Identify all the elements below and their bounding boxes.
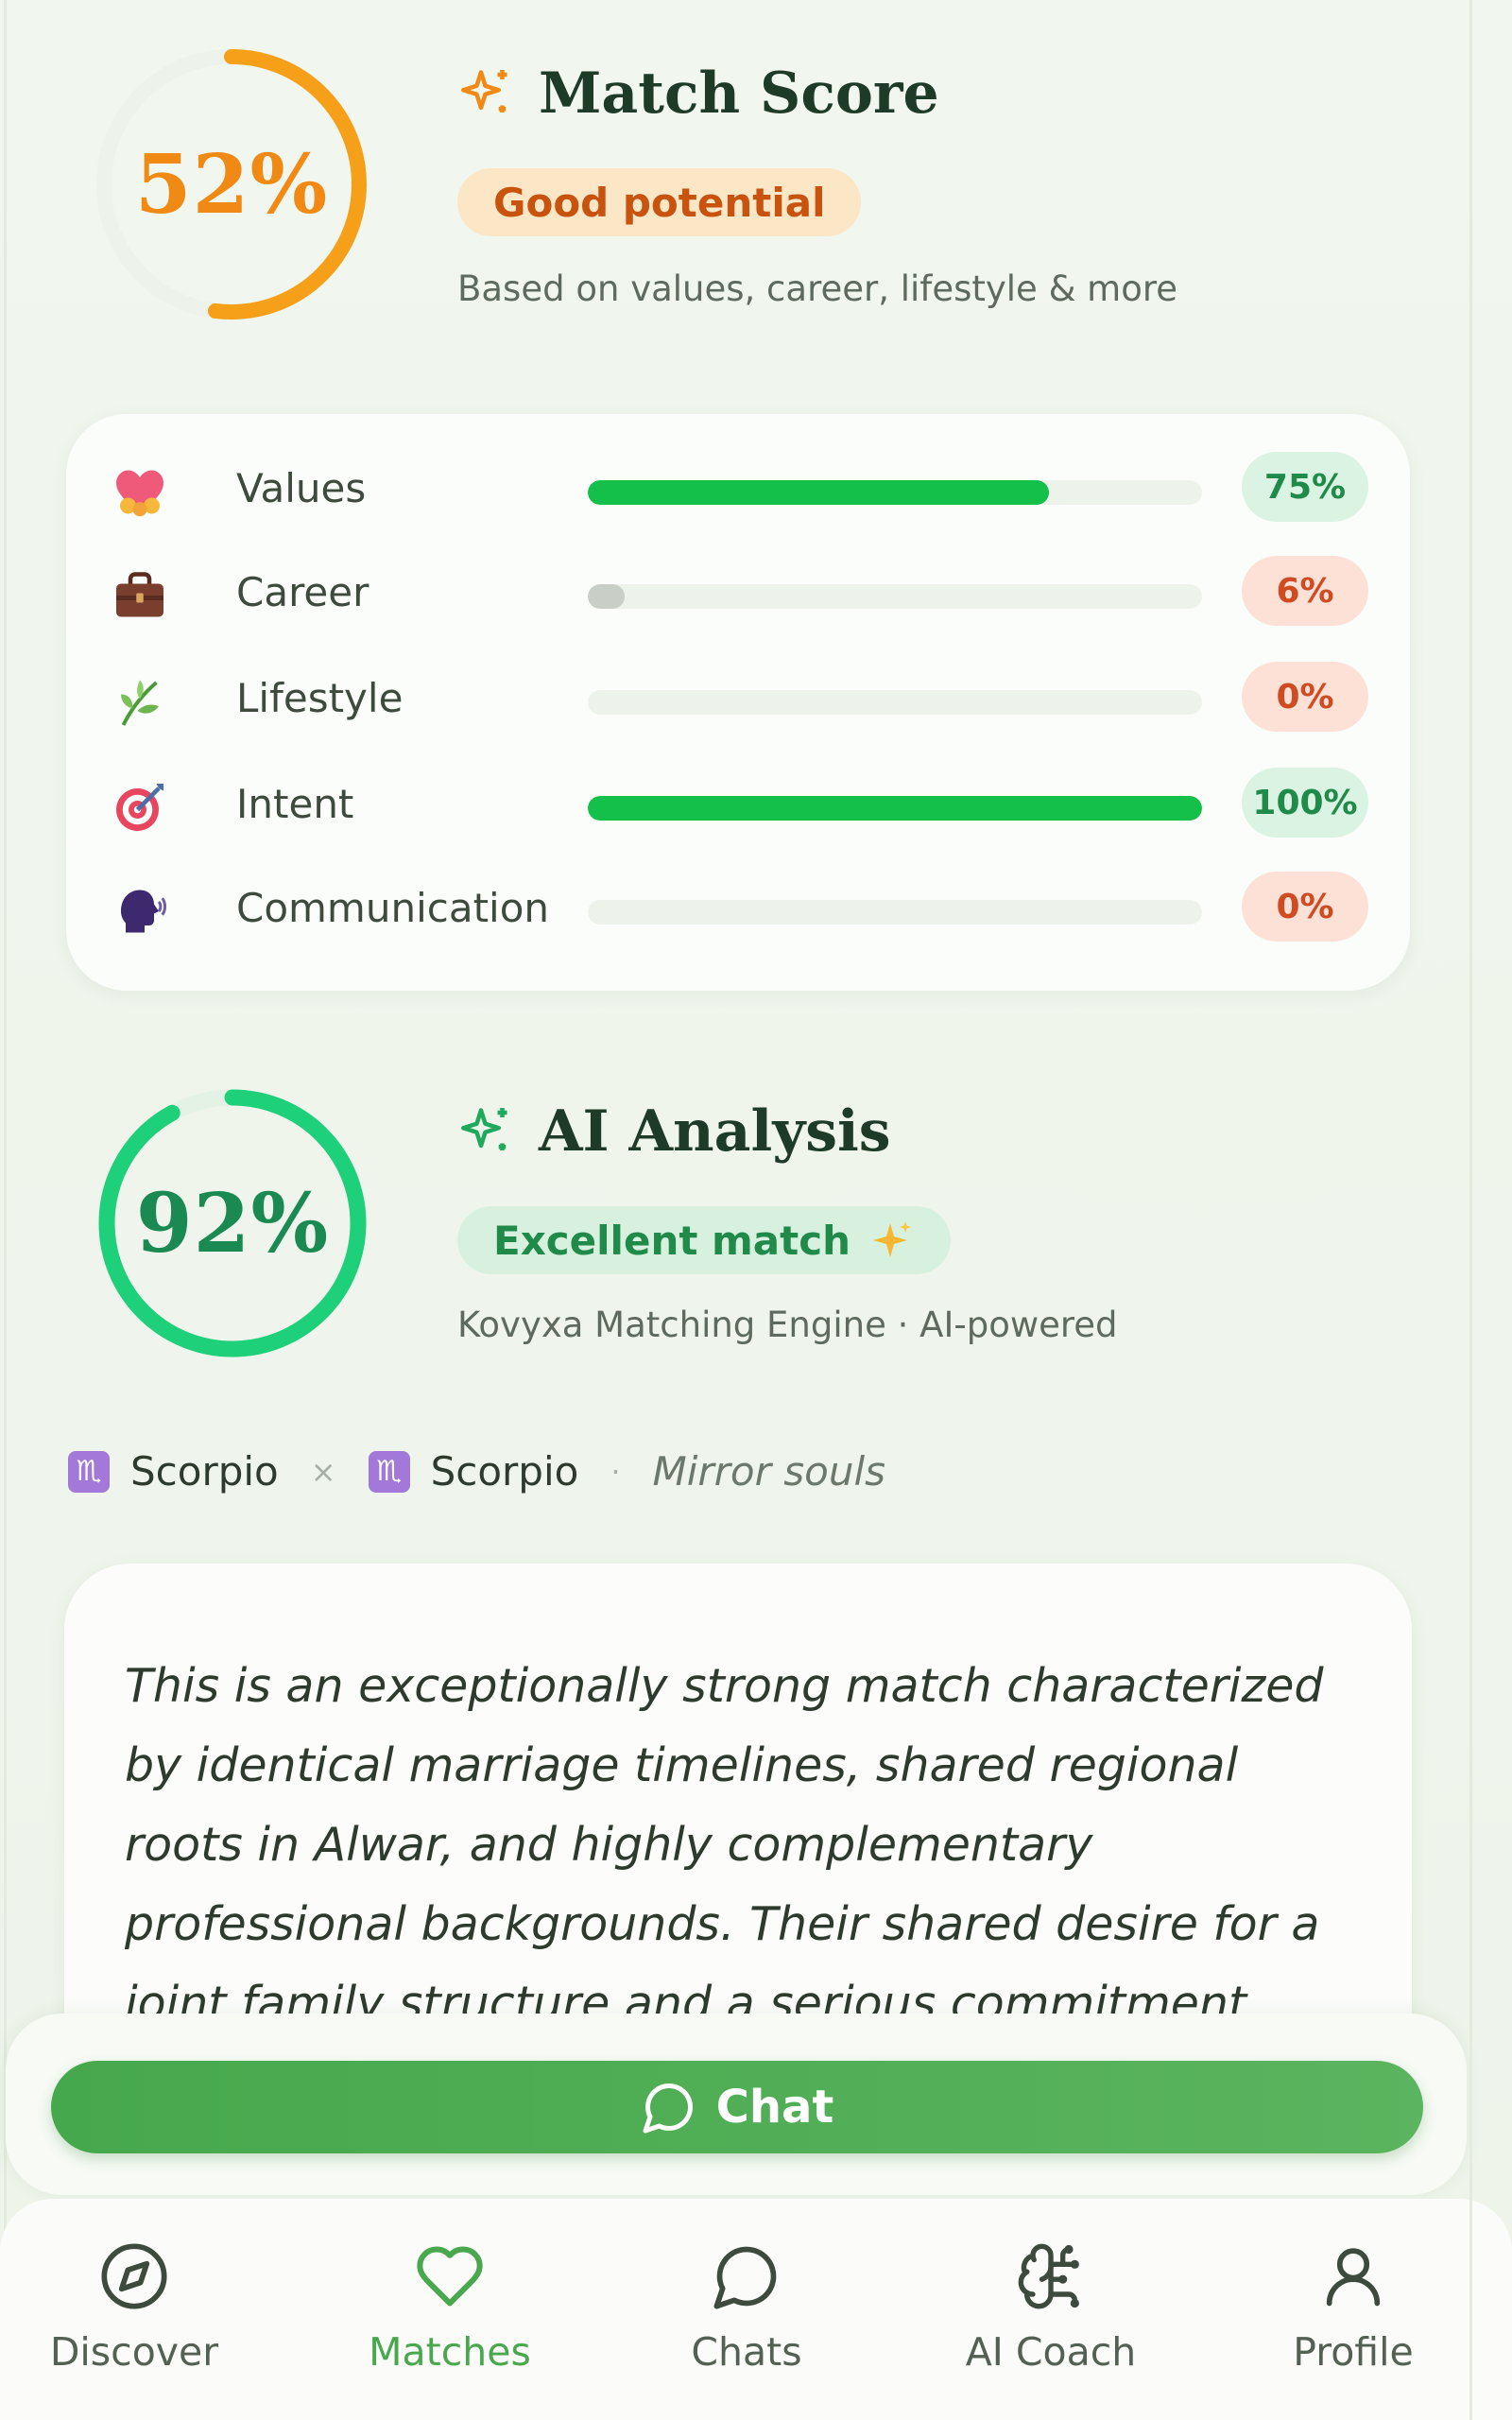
chat-bubble-icon bbox=[643, 2083, 693, 2134]
match-score-title: Match Score bbox=[539, 60, 939, 127]
breakdown-percent-badge: 75% bbox=[1242, 452, 1368, 522]
zodiac-sign-a: Scorpio bbox=[130, 1448, 279, 1495]
breakdown-progress-fill bbox=[588, 584, 625, 609]
sparkle-icon bbox=[461, 1108, 507, 1150]
breakdown-percent-badge: 100% bbox=[1242, 768, 1368, 838]
heart-icon bbox=[112, 463, 168, 520]
zodiac-sign-b: Scorpio bbox=[430, 1448, 579, 1495]
chat-bubble-icon bbox=[713, 2246, 777, 2309]
herb-icon bbox=[112, 673, 168, 730]
breakdown-progress-track bbox=[588, 796, 1202, 821]
nav-matches[interactable]: Matches bbox=[336, 2225, 563, 2405]
scorpio-icon: ♏ bbox=[368, 1450, 410, 1493]
nav-profile-label: Profile bbox=[1293, 2329, 1414, 2375]
briefcase-icon bbox=[112, 567, 168, 624]
breakdown-row-values: Values 75% bbox=[66, 452, 1410, 527]
nav-chats-label: Chats bbox=[691, 2329, 802, 2375]
chat-action-bar: Chat bbox=[6, 2014, 1467, 2195]
nav-discover[interactable]: Discover bbox=[21, 2225, 248, 2405]
match-score-badge-text: Good potential bbox=[493, 179, 826, 226]
breakdown-percent-badge: 0% bbox=[1242, 872, 1368, 942]
zodiac-times-separator: × bbox=[310, 1453, 336, 1490]
ai-analysis-title: AI Analysis bbox=[539, 1098, 891, 1165]
speaking-head-icon bbox=[112, 883, 168, 940]
breakdown-label: Values bbox=[236, 465, 367, 511]
ai-analysis-subtitle: Kovyxa Matching Engine · AI-powered bbox=[457, 1305, 1118, 1345]
brain-icon bbox=[1018, 2243, 1079, 2309]
target-icon bbox=[112, 779, 168, 836]
nav-matches-label: Matches bbox=[369, 2329, 531, 2375]
match-score-title-row: Match Score bbox=[457, 60, 939, 127]
ai-analysis-badge: Excellent match bbox=[457, 1206, 952, 1274]
match-score-badge: Good potential bbox=[457, 168, 862, 236]
breakdown-progress-track bbox=[588, 690, 1202, 715]
chat-button[interactable]: Chat bbox=[51, 2061, 1423, 2153]
breakdown-percent-badge: 6% bbox=[1242, 556, 1368, 626]
breakdown-progress-track bbox=[588, 480, 1202, 505]
breakdown-progress-track bbox=[588, 584, 1202, 609]
heart-outline-icon bbox=[417, 2246, 483, 2307]
ai-score-ring: 92% bbox=[91, 1081, 374, 1365]
chat-button-label: Chat bbox=[715, 2081, 834, 2134]
breakdown-row-career: Career 6% bbox=[66, 556, 1410, 631]
breakdown-progress-track bbox=[588, 900, 1202, 925]
nav-discover-label: Discover bbox=[49, 2329, 219, 2375]
match-score-percent: 52% bbox=[134, 136, 329, 233]
breakdown-row-communication: Communication 0% bbox=[66, 872, 1410, 947]
breakdown-label: Communication bbox=[236, 885, 550, 931]
breakdown-label: Career bbox=[236, 569, 369, 615]
ai-score-percent: 92% bbox=[135, 1175, 330, 1271]
person-icon bbox=[1326, 2248, 1381, 2307]
breakdown-row-intent: Intent 100% bbox=[66, 768, 1410, 843]
breakdown-progress-fill bbox=[588, 796, 1202, 821]
match-score-ring: 52% bbox=[85, 38, 378, 331]
nav-ai-coach-label: AI Coach bbox=[965, 2329, 1137, 2375]
breakdown-label: Intent bbox=[236, 781, 354, 827]
bottom-navigation: Discover Matches Chats AI Coach Profile bbox=[0, 2199, 1512, 2420]
zodiac-dot-separator: · bbox=[610, 1453, 621, 1490]
breakdown-progress-fill bbox=[588, 480, 1049, 505]
breakdown-card: Values 75% Career 6% Lifestyle 0% Intent 100% Co… bbox=[66, 414, 1410, 991]
nav-profile[interactable]: Profile bbox=[1240, 2225, 1467, 2405]
sparkles-emoji-icon bbox=[873, 1221, 912, 1257]
breakdown-row-lifestyle: Lifestyle 0% bbox=[66, 662, 1410, 737]
nav-chats[interactable]: Chats bbox=[633, 2225, 860, 2405]
app-frame: 52% Match Score Good potential Based on … bbox=[0, 0, 1512, 2420]
nav-ai-coach[interactable]: AI Coach bbox=[937, 2225, 1164, 2405]
scorpio-icon: ♏ bbox=[68, 1450, 110, 1493]
breakdown-label: Lifestyle bbox=[236, 675, 404, 721]
compass-icon bbox=[101, 2243, 167, 2309]
zodiac-row: ♏ Scorpio × ♏ Scorpio · Mirror souls bbox=[68, 1448, 885, 1495]
zodiac-relation: Mirror souls bbox=[652, 1448, 885, 1495]
breakdown-percent-badge: 0% bbox=[1242, 662, 1368, 732]
sparkle-icon bbox=[461, 70, 507, 112]
ai-analysis-badge-text: Excellent match bbox=[493, 1217, 851, 1264]
match-score-subtitle: Based on values, career, lifestyle & mor… bbox=[457, 268, 1178, 309]
ai-analysis-title-row: AI Analysis bbox=[457, 1098, 891, 1165]
